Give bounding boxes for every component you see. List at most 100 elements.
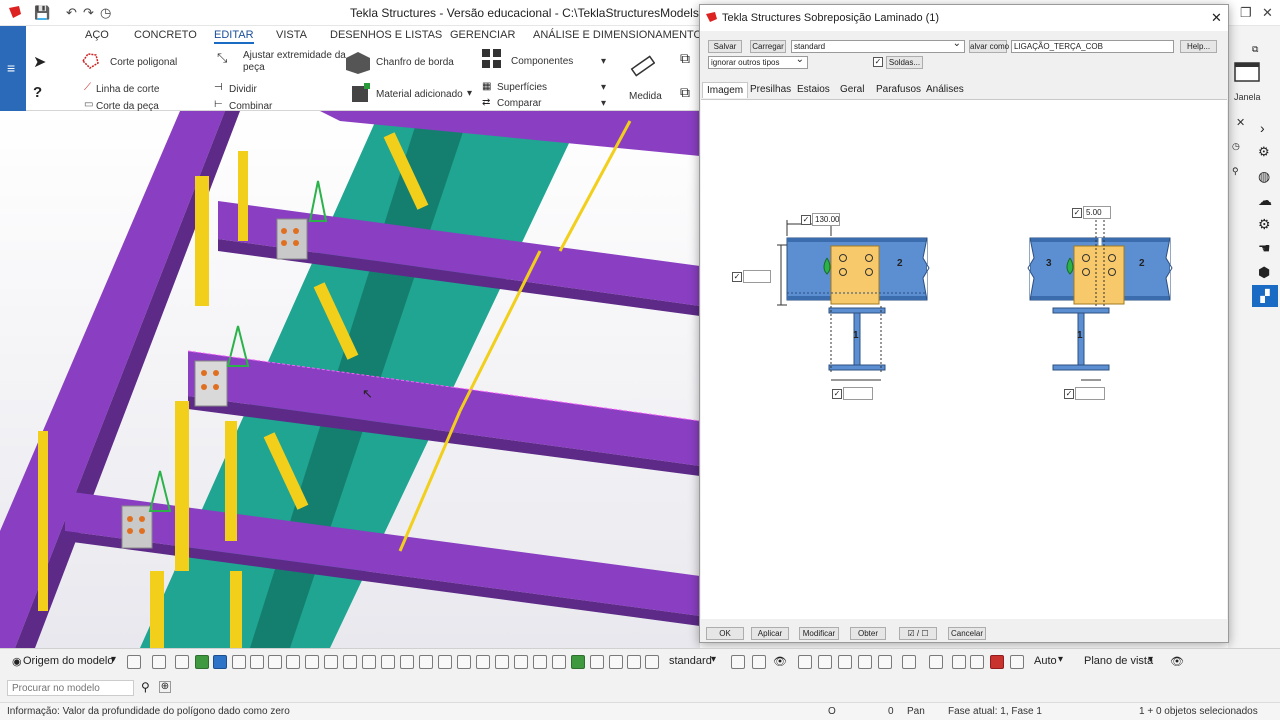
- select-arrow-icon[interactable]: ➤: [33, 52, 46, 72]
- inquire-icon[interactable]: ?: [33, 84, 42, 101]
- tab-analises[interactable]: Análises: [926, 84, 964, 95]
- right-dim-field[interactable]: 5.00: [1083, 206, 1111, 219]
- linha-de-corte-button[interactable]: Linha de corte: [96, 84, 159, 95]
- visibility-icon[interactable]: 👁: [773, 655, 787, 668]
- select-loads-icon[interactable]: [514, 655, 528, 669]
- select-welds-icon[interactable]: [286, 655, 300, 669]
- modificar-button[interactable]: Modificar: [799, 627, 839, 640]
- soldas-button[interactable]: Soldas...: [886, 56, 923, 69]
- origem-dropdown-icon[interactable]: ▾: [111, 654, 116, 665]
- dialog-close-icon[interactable]: ✕: [1211, 10, 1222, 26]
- snap-grid2-icon[interactable]: [1010, 655, 1024, 669]
- salvar-button[interactable]: Salvar: [708, 40, 742, 53]
- standard-dropdown-icon[interactable]: ▾: [711, 654, 716, 665]
- plano-dropdown-icon[interactable]: ▾: [1148, 654, 1153, 665]
- componentes-dropdown-icon[interactable]: ▾: [601, 56, 606, 67]
- snap-plane-icon[interactable]: [152, 655, 166, 669]
- left-bottom-checkbox[interactable]: ✓: [832, 389, 842, 399]
- superficies-dropdown-icon[interactable]: ▾: [601, 82, 606, 93]
- search-small-icon[interactable]: ⚲: [1232, 166, 1239, 177]
- corte-poligonal-button[interactable]: Corte poligonal: [110, 57, 177, 68]
- tab-aco[interactable]: AÇO: [85, 29, 109, 41]
- select-components-icon[interactable]: [400, 655, 414, 669]
- save-icon[interactable]: 💾: [34, 5, 50, 21]
- origem-select[interactable]: Origem do modelo: [23, 655, 114, 667]
- left-vertical-checkbox[interactable]: ✓: [732, 272, 742, 282]
- toggle-all-button[interactable]: ☑ / ☐: [899, 627, 937, 640]
- select-lines-icon[interactable]: [268, 655, 282, 669]
- snap-end-icon[interactable]: [798, 655, 812, 669]
- hamburger-menu-icon[interactable]: ≡: [7, 60, 15, 76]
- salvar-como-button[interactable]: alvar como: [969, 40, 1009, 53]
- tab-estaios[interactable]: Estaios: [797, 84, 830, 95]
- snap-ref-icon[interactable]: [952, 655, 966, 669]
- window-layout-icon[interactable]: [1234, 62, 1260, 85]
- select-filter3-icon[interactable]: [731, 655, 745, 669]
- carregar-button[interactable]: Carregar: [750, 40, 786, 53]
- tab-analise[interactable]: ANÁLISE E DIMENSIONAMENTO: [533, 29, 702, 41]
- auto-select[interactable]: Auto: [1034, 655, 1057, 667]
- select-points2-icon[interactable]: [438, 655, 452, 669]
- select-lines2-icon[interactable]: [457, 655, 471, 669]
- select-areas-icon[interactable]: [552, 655, 566, 669]
- settings-icon[interactable]: ⚙: [1258, 216, 1271, 233]
- left-dim-checkbox[interactable]: ✓: [801, 215, 811, 225]
- plano-de-vista-select[interactable]: Plano de vista: [1084, 655, 1153, 667]
- snap-grid-icon[interactable]: [127, 655, 141, 669]
- ignore-types-select[interactable]: ignorar outros tipos: [708, 56, 808, 69]
- auto-dropdown-icon[interactable]: ▾: [1058, 654, 1063, 665]
- select-all-icon[interactable]: [175, 655, 189, 669]
- snap-intersect-icon[interactable]: [858, 655, 872, 669]
- material-dropdown-icon[interactable]: ▾: [467, 88, 472, 99]
- select-filter2-icon[interactable]: [645, 655, 659, 669]
- chanfro-button[interactable]: Chanfro de borda: [376, 57, 454, 68]
- properties-panel-icon[interactable]: ▞: [1252, 285, 1278, 307]
- snap-perp-icon[interactable]: [878, 655, 892, 669]
- search-options-icon[interactable]: ⊕: [159, 681, 171, 693]
- tab-desenhos[interactable]: DESENHOS E LISTAS: [330, 29, 442, 41]
- material-adicionado-button[interactable]: Material adicionado: [376, 89, 463, 100]
- comparar-dropdown-icon[interactable]: ▾: [601, 98, 606, 109]
- side-menu-strip[interactable]: ≡: [0, 26, 26, 111]
- right-bottom-checkbox[interactable]: ✓: [1064, 389, 1074, 399]
- dividir-button[interactable]: Dividir: [229, 84, 257, 95]
- search-model-input[interactable]: [7, 680, 134, 696]
- snap-mid-icon[interactable]: [818, 655, 832, 669]
- search-icon[interactable]: ⚲: [141, 680, 150, 694]
- close-window-icon[interactable]: ✕: [1262, 5, 1273, 21]
- left-dim-field[interactable]: 130.00: [812, 213, 840, 226]
- select-assembly-icon[interactable]: [381, 655, 395, 669]
- aplicar-button[interactable]: Aplicar: [751, 627, 789, 640]
- preset-select[interactable]: standard: [791, 40, 965, 53]
- history-icon[interactable]: ◷: [100, 5, 111, 21]
- comparar-button[interactable]: Comparar: [497, 98, 541, 109]
- tab-geral[interactable]: Geral: [840, 84, 864, 95]
- select-points-icon[interactable]: [232, 655, 246, 669]
- copy-icon[interactable]: ⧉: [680, 84, 690, 101]
- restore-icon[interactable]: ❐: [1240, 5, 1252, 21]
- globe-icon[interactable]: ◍: [1258, 168, 1270, 185]
- select-reinforce-icon[interactable]: [362, 655, 376, 669]
- select-parts-icon[interactable]: [195, 655, 209, 669]
- select-filter4-icon[interactable]: [752, 655, 766, 669]
- snap-center-icon[interactable]: [838, 655, 852, 669]
- soldas-checkbox[interactable]: ✓: [873, 57, 883, 67]
- select-bolts-icon[interactable]: [250, 655, 264, 669]
- right-dim-checkbox[interactable]: ✓: [1072, 208, 1082, 218]
- undo-icon[interactable]: ↶: [66, 5, 77, 21]
- select-grids2-icon[interactable]: [609, 655, 623, 669]
- select-planes-icon[interactable]: [419, 655, 433, 669]
- ajustar-button[interactable]: Ajustar extremidade da: [243, 50, 346, 61]
- standard-select[interactable]: standard: [669, 655, 712, 667]
- select-surface-icon[interactable]: [213, 655, 227, 669]
- superficies-button[interactable]: Superfícies: [497, 82, 547, 93]
- right-bottom-field[interactable]: [1075, 387, 1105, 400]
- obter-button[interactable]: Obter: [850, 627, 886, 640]
- select-grid-icon[interactable]: [305, 655, 319, 669]
- ok-button[interactable]: OK: [706, 627, 744, 640]
- snap-line-icon[interactable]: [902, 655, 916, 669]
- history-small-icon[interactable]: ◷: [1232, 141, 1240, 152]
- copy-small-icon[interactable]: ⧉: [1252, 44, 1258, 55]
- snap-extend-icon[interactable]: [990, 655, 1004, 669]
- tab-imagem[interactable]: Imagem: [702, 82, 749, 98]
